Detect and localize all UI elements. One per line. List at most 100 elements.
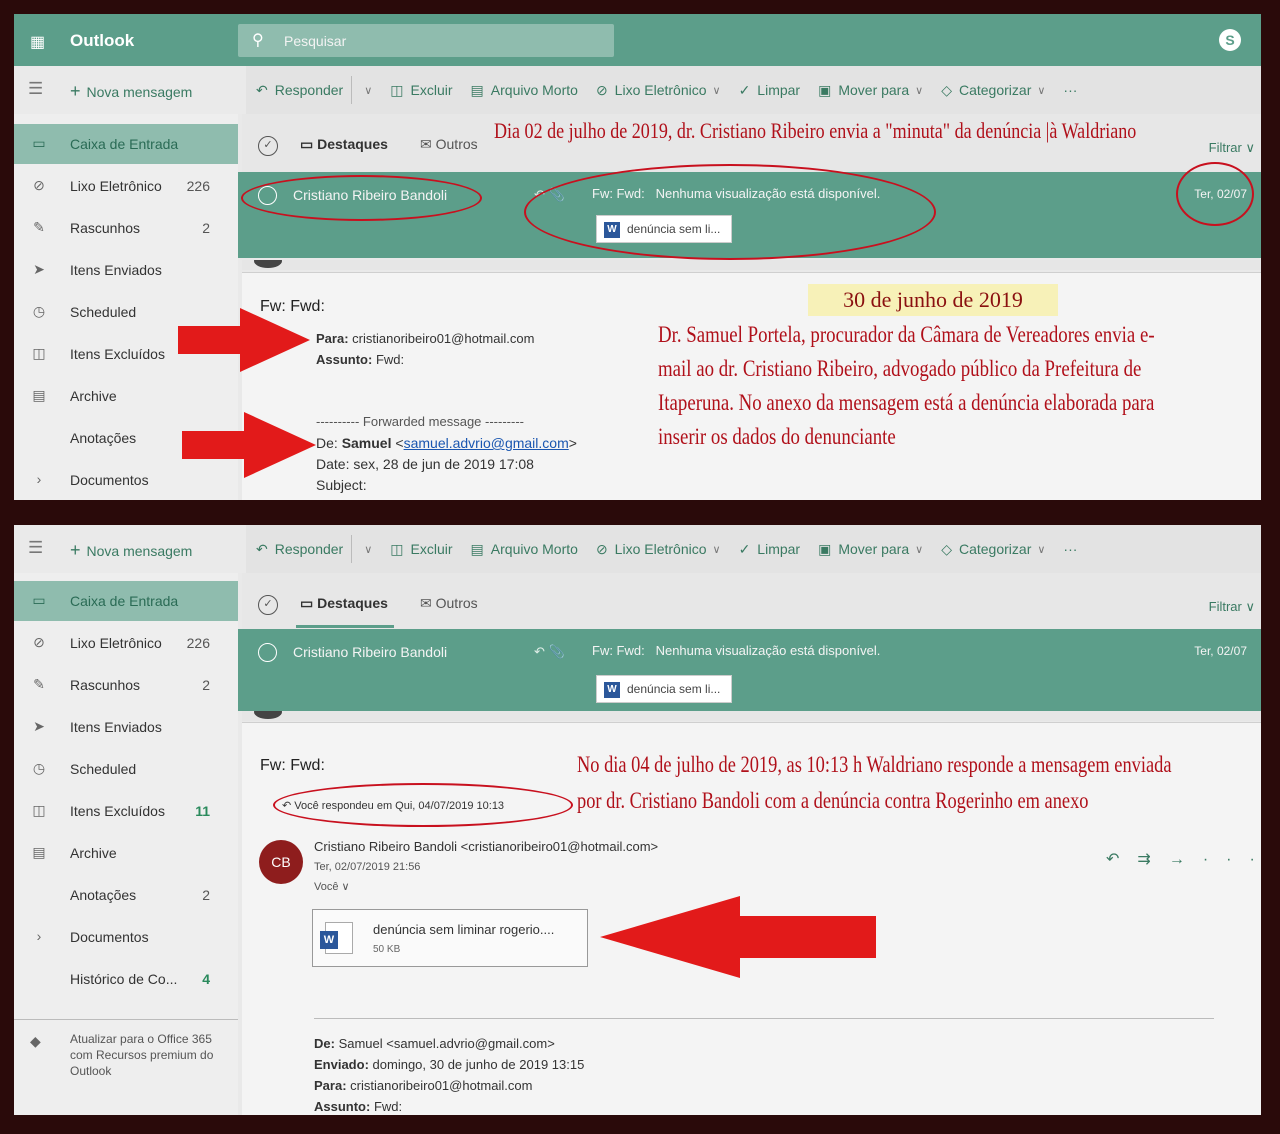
upgrade-promo-link[interactable]: Atualizar para o Office 365 com Recursos… bbox=[14, 1031, 238, 1079]
subject-line: Assunto: Fwd: bbox=[316, 352, 404, 367]
junk-button[interactable]: ⊘ Lixo Eletrônico ∨ bbox=[596, 541, 721, 558]
sidebar-item-count: 226 bbox=[186, 635, 210, 651]
categorize-label: Categorizar bbox=[958, 82, 1032, 98]
to-value: cristianoribeiro01@hotmail.com bbox=[352, 331, 535, 346]
annotation-line: por dr. Cristiano Bandoli com a denúncia… bbox=[577, 788, 1089, 813]
message-subject: Fw: Fwd: bbox=[592, 643, 645, 658]
quoted-sent-value: domingo, 30 de junho de 2019 13:15 bbox=[372, 1057, 585, 1072]
sidebar-item-count: 2 bbox=[202, 887, 210, 903]
hamburger-icon[interactable]: ☰ bbox=[28, 79, 43, 99]
tab-focused[interactable]: ▭ Destaques bbox=[300, 595, 388, 612]
sidebar-item-archive[interactable]: ▤ Archive bbox=[14, 376, 238, 416]
sidebar-item-conversation-history[interactable]: Histórico de Co... 4 bbox=[14, 959, 238, 999]
reply-icon: ↶ bbox=[256, 540, 268, 557]
new-message-button[interactable]: + Nova mensagem bbox=[70, 540, 192, 561]
archive-icon: ▤ bbox=[32, 844, 46, 860]
trash-icon: ◫ bbox=[390, 81, 404, 98]
junk-button[interactable]: ⊘ Lixo Eletrônico ∨ bbox=[596, 82, 721, 99]
annotation-line: No dia 04 de julho de 2019, as 10:13 h W… bbox=[577, 752, 1172, 777]
filter-button[interactable]: Filtrar ∨ bbox=[1209, 599, 1255, 615]
next-message-row[interactable] bbox=[242, 711, 1261, 721]
attachment-card[interactable]: W denúncia sem liminar rogerio.... 50 KB bbox=[312, 909, 588, 967]
reply-label: Responder bbox=[274, 82, 344, 98]
quoted-from: De: Samuel <samuel.advrio@gmail.com> bbox=[314, 1036, 555, 1051]
sidebar-item-documents[interactable]: › Documentos bbox=[14, 917, 238, 957]
sidebar-item-drafts[interactable]: ✎ Rascunhos 2 bbox=[14, 208, 238, 248]
more-button[interactable]: ··· bbox=[1063, 541, 1077, 557]
archive-button[interactable]: ▤ Arquivo Morto bbox=[471, 82, 578, 99]
move-to-button[interactable]: ▣ Mover para ∨ bbox=[818, 82, 923, 99]
app-launcher-icon[interactable]: ▦ bbox=[30, 32, 45, 52]
reply-options-chevron-icon[interactable]: ∨ bbox=[358, 84, 372, 97]
sidebar-item-drafts[interactable]: ✎ Rascunhos 2 bbox=[14, 665, 238, 705]
sidebar-item-notes[interactable]: Anotações 2 bbox=[14, 875, 238, 915]
next-message-row[interactable] bbox=[242, 260, 1261, 270]
archive-button[interactable]: ▤ Arquivo Morto bbox=[471, 541, 578, 558]
highlight-oval-sender bbox=[241, 175, 482, 221]
reply-options-chevron-icon[interactable]: ∨ bbox=[358, 543, 372, 556]
attachment-chip-label: denúncia sem li... bbox=[627, 682, 721, 696]
categorize-button[interactable]: ◇ Categorizar ∨ bbox=[941, 541, 1045, 558]
skype-icon[interactable]: S bbox=[1219, 29, 1241, 51]
sidebar-item-junk[interactable]: ⊘ Lixo Eletrônico 226 bbox=[14, 166, 238, 206]
sweep-label: Limpar bbox=[757, 541, 801, 557]
move-to-button[interactable]: ▣ Mover para ∨ bbox=[818, 541, 923, 558]
annotation-line: Dr. Samuel Portela, procurador da Câmara… bbox=[658, 322, 1155, 347]
sidebar-item-label: Itens Enviados bbox=[70, 262, 162, 278]
select-all-checkbox[interactable]: ✓ bbox=[258, 595, 278, 615]
date-box: 30 de junho de 2019 bbox=[808, 284, 1058, 316]
new-message-label: Nova mensagem bbox=[86, 84, 193, 100]
reply-button[interactable]: ↶ Responder bbox=[256, 541, 343, 558]
reply-label: Responder bbox=[274, 541, 344, 557]
more-button[interactable]: ··· bbox=[1063, 82, 1077, 98]
delete-button[interactable]: ◫ Excluir bbox=[390, 541, 452, 558]
sidebar-item-scheduled[interactable]: ◷ Scheduled bbox=[14, 749, 238, 789]
delete-button[interactable]: ◫ Excluir bbox=[390, 82, 452, 99]
search-box[interactable]: ⚲ Pesquisar bbox=[238, 24, 614, 57]
sidebar-item-inbox[interactable]: ▭ Caixa de Entrada bbox=[14, 581, 238, 621]
sweep-button[interactable]: ✓ Limpar bbox=[739, 82, 801, 99]
reply-icon[interactable]: ↶ bbox=[1106, 851, 1137, 868]
sidebar-item-count: 11 bbox=[195, 803, 210, 819]
quoted-sent: Enviado: domingo, 30 de junho de 2019 13… bbox=[314, 1057, 584, 1072]
filter-button[interactable]: Filtrar ∨ bbox=[1209, 140, 1255, 156]
from-email-link[interactable]: samuel.advrio@gmail.com bbox=[404, 435, 569, 451]
message-preview: Nenhuma visualização está disponível. bbox=[655, 643, 881, 658]
chevron-down-icon: ∨ bbox=[1037, 543, 1046, 556]
sweep-button[interactable]: ✓ Limpar bbox=[739, 541, 801, 558]
sidebar-item-archive[interactable]: ▤ Archive bbox=[14, 833, 238, 873]
sidebar-item-label: Caixa de Entrada bbox=[70, 136, 179, 152]
categorize-label: Categorizar bbox=[958, 541, 1032, 557]
sidebar-item-sent[interactable]: ➤ Itens Enviados bbox=[14, 707, 238, 747]
app-brand[interactable]: Outlook bbox=[70, 31, 134, 51]
tab-other-label: Outros bbox=[435, 595, 478, 611]
clock-icon: ◷ bbox=[32, 760, 46, 776]
reply-button[interactable]: ↶ Responder bbox=[256, 82, 343, 99]
attachment-chip[interactable]: Wdenúncia sem li... bbox=[596, 675, 732, 703]
categorize-button[interactable]: ◇ Categorizar ∨ bbox=[941, 82, 1045, 99]
sidebar-item-label: Anotações bbox=[70, 430, 137, 446]
message-checkbox[interactable] bbox=[258, 643, 277, 662]
more-icon[interactable]: ··· bbox=[1203, 851, 1261, 868]
reply-all-icon[interactable]: ⇉ bbox=[1137, 851, 1168, 868]
send-icon: ➤ bbox=[33, 261, 45, 277]
sidebar-item-deleted[interactable]: ◫ Itens Excluídos 11 bbox=[14, 791, 238, 831]
message-date: Ter, 02/07 bbox=[1194, 644, 1247, 658]
highlight-oval-date bbox=[1176, 162, 1254, 226]
sidebar-item-label: Itens Enviados bbox=[70, 719, 162, 735]
message-row-selected[interactable]: Cristiano Ribeiro Bandoli ↶ 📎 Fw: Fwd: N… bbox=[238, 629, 1261, 711]
select-all-checkbox[interactable]: ✓ bbox=[258, 136, 278, 156]
tab-other[interactable]: ✉ Outros bbox=[420, 595, 478, 612]
avatar[interactable]: CB bbox=[259, 840, 303, 884]
sidebar-item-label: Itens Excluídos bbox=[70, 346, 165, 362]
sidebar-item-inbox[interactable]: ▭ Caixa de Entrada bbox=[14, 124, 238, 164]
sidebar-item-junk[interactable]: ⊘ Lixo Eletrônico 226 bbox=[14, 623, 238, 663]
new-message-button[interactable]: + Nova mensagem bbox=[70, 81, 192, 102]
command-bar: ☰ + Nova mensagem ↶ Responder ∨ ◫ Excluir ▤… bbox=[14, 525, 1261, 573]
tab-focused[interactable]: ▭ Destaques bbox=[300, 136, 388, 153]
forward-icon[interactable]: → bbox=[1169, 851, 1203, 868]
tab-other[interactable]: ✉ Outros bbox=[420, 136, 478, 153]
sidebar-item-sent[interactable]: ➤ Itens Enviados bbox=[14, 250, 238, 290]
reply-icon: ↶ bbox=[256, 81, 268, 98]
hamburger-icon[interactable]: ☰ bbox=[28, 538, 43, 558]
